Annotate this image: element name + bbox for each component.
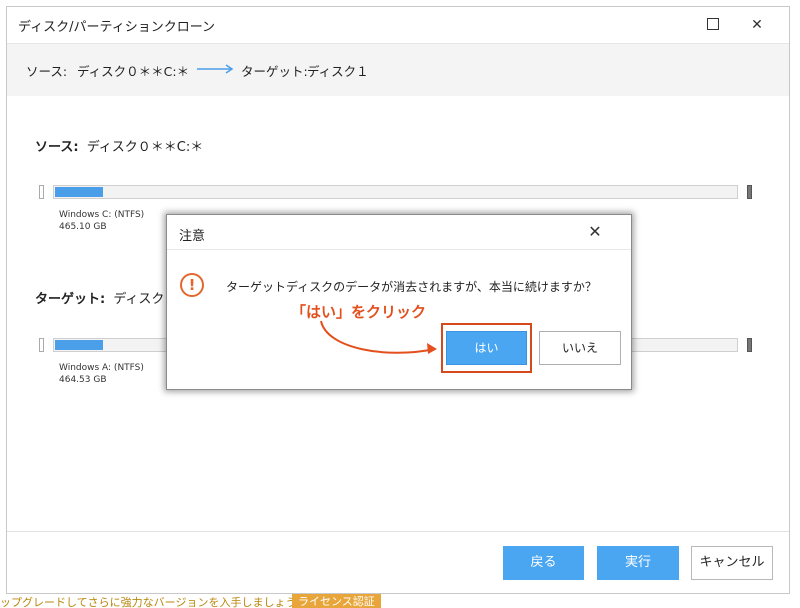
upgrade-banner: ップグレードしてさらに強力なバージョンを入手しましょう。 ライセンス認証 (0, 594, 800, 608)
source-label: ソース: (35, 140, 79, 155)
source-partition-usage (55, 187, 103, 197)
target-partition-name: Windows A: (NTFS) (59, 363, 144, 373)
summary-target-label: ターゲット: (241, 64, 308, 79)
source-partition-name: Windows C: (NTFS) (59, 210, 145, 220)
summary-target-value: ディスク１ (307, 64, 369, 79)
dialog-close-button[interactable]: ✕ (583, 221, 607, 243)
target-partition-info: Windows A: (NTFS) 464.53 GB (59, 362, 144, 386)
summary-source-label: ソース: (26, 64, 68, 79)
disk-bar-left-handle[interactable] (39, 185, 44, 199)
source-partition-info: Windows C: (NTFS) 465.10 GB (59, 209, 144, 233)
annotation-arrow-icon (320, 320, 437, 354)
title-bar: ディスク/パーティションクローン ✕ (7, 7, 789, 43)
target-label: ターゲット: (35, 292, 106, 307)
yes-button[interactable]: はい (446, 331, 527, 365)
close-icon: ✕ (588, 222, 602, 241)
cancel-button[interactable]: キャンセル (691, 546, 773, 580)
footer-divider (7, 531, 789, 532)
window-title: ディスク/パーティションクローン (18, 20, 216, 35)
arrow-right-icon (197, 64, 234, 74)
dialog-divider (167, 249, 631, 250)
dialog-title: 注意 (179, 229, 206, 244)
target-partition-size: 464.53 GB (59, 375, 107, 385)
maximize-icon (707, 18, 719, 30)
source-disk-heading: ソース: ディスク０＊＊C:＊ (35, 136, 203, 155)
summary-source-value: ディスク０＊＊C:＊ (77, 64, 190, 79)
no-button[interactable]: いいえ (539, 331, 621, 365)
source-partition-size: 465.10 GB (59, 222, 107, 232)
target-bar-right-handle[interactable] (747, 338, 752, 352)
clone-summary-bar: ソース: ディスク０＊＊C:＊ ターゲット: ディスク１ (7, 43, 789, 96)
target-bar-left-handle[interactable] (39, 338, 44, 352)
maximize-button[interactable] (696, 12, 730, 38)
close-window-button[interactable]: ✕ (740, 12, 774, 38)
target-partition-usage (55, 340, 103, 350)
back-button[interactable]: 戻る (503, 546, 584, 580)
dialog-message: ターゲットディスクのデータが消去されますが、本当に続けますか？ (226, 280, 597, 294)
disk-bar-right-handle[interactable] (747, 185, 752, 199)
run-button[interactable]: 実行 (597, 546, 679, 580)
warning-icon: ! (180, 273, 204, 297)
upgrade-text: ップグレードしてさらに強力なバージョンを入手しましょう。 (0, 596, 307, 608)
source-disk-bar[interactable] (53, 185, 738, 199)
confirm-dialog: 注意 ✕ ! ターゲットディスクのデータが消去されますが、本当に続けますか？ 「… (166, 214, 632, 390)
source-disk-name: ディスク０＊＊C:＊ (86, 140, 204, 155)
close-icon: ✕ (751, 17, 763, 33)
license-button[interactable]: ライセンス認証 (292, 594, 381, 608)
